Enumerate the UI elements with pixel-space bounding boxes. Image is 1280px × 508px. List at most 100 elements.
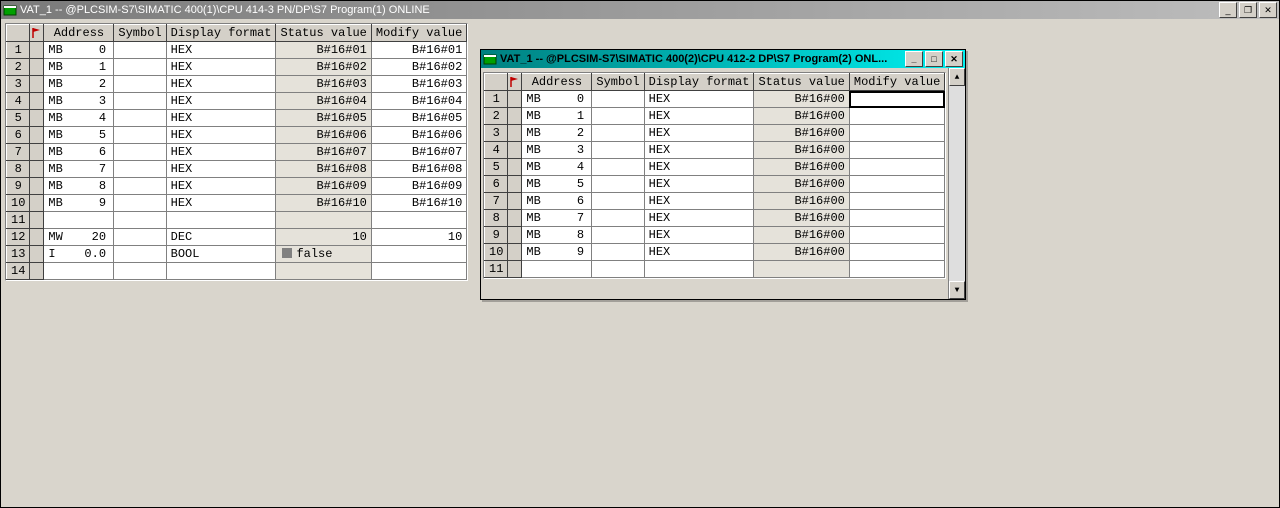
cell-address[interactable]: MB 6	[44, 144, 114, 161]
row-number[interactable]: 3	[485, 125, 508, 142]
row-number[interactable]: 1	[485, 91, 508, 108]
row-marker[interactable]	[30, 195, 44, 212]
table-row[interactable]: 6MB 5HEXB#16#06B#16#06	[7, 127, 467, 144]
col-format[interactable]: Display format	[644, 74, 754, 91]
table-row[interactable]: 13I 0.0BOOLfalse	[7, 246, 467, 263]
row-number[interactable]: 9	[485, 227, 508, 244]
cell-symbol[interactable]	[592, 142, 644, 159]
cell-modify[interactable]: B#16#02	[371, 59, 466, 76]
cell-modify[interactable]	[849, 91, 944, 108]
row-marker[interactable]	[30, 212, 44, 229]
row-number[interactable]: 5	[7, 110, 30, 127]
cell-address[interactable]: MB 2	[522, 125, 592, 142]
table-row[interactable]: 4MB 3HEXB#16#04B#16#04	[7, 93, 467, 110]
cell-status[interactable]: B#16#00	[754, 176, 849, 193]
cell-address[interactable]: MB 7	[44, 161, 114, 178]
cell-symbol[interactable]	[114, 212, 166, 229]
row-number[interactable]: 5	[485, 159, 508, 176]
child-vat-table[interactable]: AddressSymbolDisplay formatStatus valueM…	[484, 73, 945, 278]
cell-status[interactable]: B#16#00	[754, 142, 849, 159]
cell-address[interactable]: MW 20	[44, 229, 114, 246]
cell-modify[interactable]	[849, 125, 944, 142]
cell-symbol[interactable]	[592, 193, 644, 210]
row-marker[interactable]	[508, 125, 522, 142]
cell-format[interactable]: HEX	[166, 93, 276, 110]
row-marker[interactable]	[508, 244, 522, 261]
cell-symbol[interactable]	[592, 227, 644, 244]
cell-status[interactable]: B#16#07	[276, 144, 371, 161]
cell-modify[interactable]	[371, 263, 466, 280]
cell-symbol[interactable]	[114, 263, 166, 280]
close-button[interactable]: ✕	[1259, 2, 1277, 18]
cell-status[interactable]: B#16#00	[754, 244, 849, 261]
minimize-button[interactable]: _	[1219, 2, 1237, 18]
table-row[interactable]: 7MB 6HEXB#16#07B#16#07	[7, 144, 467, 161]
row-number[interactable]: 10	[485, 244, 508, 261]
table-row[interactable]: 8MB 7HEXB#16#00	[485, 210, 945, 227]
row-marker[interactable]	[508, 193, 522, 210]
row-number[interactable]: 4	[485, 142, 508, 159]
cell-format[interactable]: HEX	[644, 142, 754, 159]
row-marker[interactable]	[30, 76, 44, 93]
row-number[interactable]: 14	[7, 263, 30, 280]
cell-status[interactable]: B#16#00	[754, 159, 849, 176]
cell-address[interactable]	[522, 261, 592, 278]
cell-modify[interactable]: B#16#03	[371, 76, 466, 93]
table-row[interactable]: 11	[7, 212, 467, 229]
cell-status[interactable]	[276, 212, 371, 229]
cell-modify[interactable]: B#16#01	[371, 42, 466, 59]
cell-format[interactable]: HEX	[166, 76, 276, 93]
cell-format[interactable]: HEX	[166, 161, 276, 178]
row-number[interactable]: 11	[485, 261, 508, 278]
table-row[interactable]: 10MB 9HEXB#16#10B#16#10	[7, 195, 467, 212]
cell-modify[interactable]	[849, 142, 944, 159]
col-modify[interactable]: Modify value	[849, 74, 944, 91]
cell-modify[interactable]: B#16#09	[371, 178, 466, 195]
main-vat-table[interactable]: AddressSymbolDisplay formatStatus valueM…	[6, 24, 467, 280]
cell-status[interactable]: 10	[276, 229, 371, 246]
row-number[interactable]: 8	[7, 161, 30, 178]
cell-modify[interactable]: B#16#05	[371, 110, 466, 127]
cell-status[interactable]: B#16#08	[276, 161, 371, 178]
row-marker[interactable]	[30, 246, 44, 263]
cell-format[interactable]: HEX	[166, 110, 276, 127]
cell-status[interactable]: B#16#05	[276, 110, 371, 127]
table-row[interactable]: 8MB 7HEXB#16#08B#16#08	[7, 161, 467, 178]
cell-format[interactable]: HEX	[644, 210, 754, 227]
row-number[interactable]: 2	[485, 108, 508, 125]
row-number[interactable]: 4	[7, 93, 30, 110]
cell-symbol[interactable]	[114, 42, 166, 59]
cell-status[interactable]: B#16#00	[754, 91, 849, 108]
row-marker[interactable]	[508, 142, 522, 159]
scroll-up-button[interactable]: ▲	[949, 68, 965, 86]
minimize-button[interactable]: _	[905, 51, 923, 67]
cell-format[interactable]	[644, 261, 754, 278]
col-symbol[interactable]: Symbol	[114, 25, 166, 42]
row-number[interactable]: 8	[485, 210, 508, 227]
cell-symbol[interactable]	[114, 110, 166, 127]
cell-format[interactable]: HEX	[166, 42, 276, 59]
table-row[interactable]: 10MB 9HEXB#16#00	[485, 244, 945, 261]
cell-status[interactable]: B#16#02	[276, 59, 371, 76]
row-number[interactable]: 9	[7, 178, 30, 195]
cell-symbol[interactable]	[114, 195, 166, 212]
row-marker[interactable]	[30, 93, 44, 110]
cell-modify[interactable]	[849, 261, 944, 278]
col-symbol[interactable]: Symbol	[592, 74, 644, 91]
cell-modify[interactable]: B#16#04	[371, 93, 466, 110]
table-row[interactable]: 2MB 1HEXB#16#02B#16#02	[7, 59, 467, 76]
cell-address[interactable]: MB 5	[44, 127, 114, 144]
table-row[interactable]: 14	[7, 263, 467, 280]
cell-format[interactable]: HEX	[644, 159, 754, 176]
row-marker[interactable]	[30, 110, 44, 127]
table-row[interactable]: 3MB 2HEXB#16#00	[485, 125, 945, 142]
row-marker[interactable]	[30, 263, 44, 280]
cell-format[interactable]: HEX	[166, 127, 276, 144]
maximize-button[interactable]: □	[925, 51, 943, 67]
row-marker[interactable]	[508, 261, 522, 278]
table-row[interactable]: 12MW 20DEC1010	[7, 229, 467, 246]
table-row[interactable]: 9MB 8HEXB#16#00	[485, 227, 945, 244]
table-row[interactable]: 1MB 0HEXB#16#01B#16#01	[7, 42, 467, 59]
cell-address[interactable]: MB 1	[522, 108, 592, 125]
cell-address[interactable]: MB 1	[44, 59, 114, 76]
